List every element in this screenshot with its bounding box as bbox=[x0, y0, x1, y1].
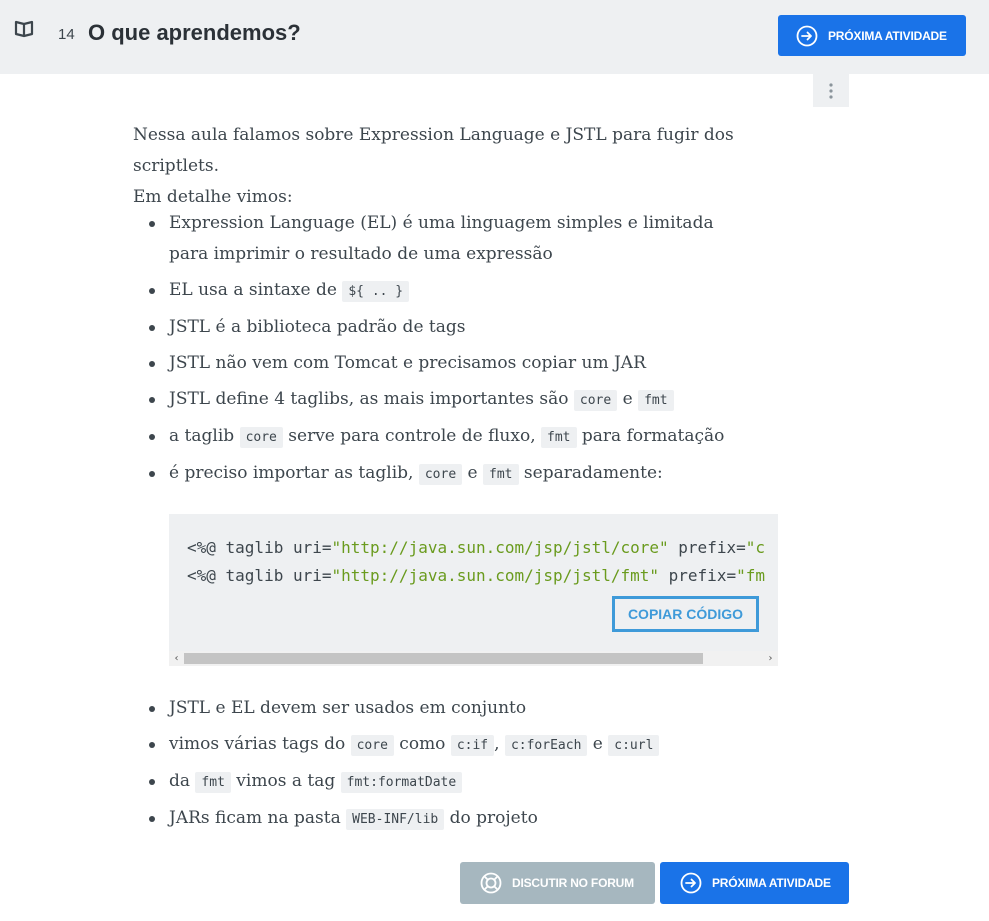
inline-code: core bbox=[239, 427, 283, 448]
top-bar: 14 O que aprendemos? PRÓXIMA ATIVIDADE bbox=[0, 0, 989, 74]
inline-code: c:url bbox=[608, 735, 660, 756]
next-activity-label: PRÓXIMA ATIVIDADE bbox=[828, 28, 947, 43]
list-item-text: a taglib bbox=[169, 426, 240, 446]
intro-line-2: Em detalhe vimos: bbox=[133, 187, 293, 207]
list-item-text: JSTL é a biblioteca padrão de tags bbox=[169, 317, 466, 337]
book-icon[interactable] bbox=[14, 19, 34, 39]
inline-code: fmt bbox=[541, 427, 577, 448]
list-item: vimos várias tags do core como c:if, c:f… bbox=[133, 729, 660, 761]
list-item-text: JSTL define 4 taglibs, as mais important… bbox=[169, 389, 574, 409]
list-item-text: para formatação bbox=[576, 426, 725, 446]
list-item-text: da bbox=[169, 771, 196, 791]
next-activity-label: PRÓXIMA ATIVIDADE bbox=[712, 876, 831, 890]
intro-line-1: Nessa aula falamos sobre Expression Lang… bbox=[133, 125, 734, 176]
code-lines: <%@ taglib uri="http://java.sun.com/jsp/… bbox=[187, 534, 765, 590]
list-item-text: JSTL e EL devem ser usados em conjunto bbox=[169, 698, 527, 718]
page-title: O que aprendemos? bbox=[88, 20, 301, 45]
inline-code: core bbox=[350, 735, 394, 756]
code-string: "http://java.sun.com/jsp/jstl/fmt" bbox=[331, 566, 660, 585]
code-block: <%@ taglib uri="http://java.sun.com/jsp/… bbox=[169, 514, 778, 666]
scrollbar-thumb[interactable] bbox=[184, 653, 703, 664]
list-item-text: EL usa a sintaxe de bbox=[169, 280, 343, 300]
inline-code: fmt bbox=[483, 464, 519, 485]
code-string: "fm bbox=[736, 566, 765, 585]
list-item: é preciso importar as taglib, core e fmt… bbox=[133, 458, 729, 490]
code-token: <%@ taglib uri= bbox=[187, 538, 332, 557]
list-item-text: do projeto bbox=[444, 808, 538, 828]
kebab-menu-icon bbox=[829, 82, 833, 99]
list-item: JSTL define 4 taglibs, as mais important… bbox=[133, 384, 729, 416]
summary-list-1: Expression Language (EL) é uma linguagem… bbox=[133, 208, 729, 490]
list-item: JARs ficam na pasta WEB-INF/lib do proje… bbox=[133, 803, 659, 835]
intro-paragraph: Nessa aula falamos sobre Expression Lang… bbox=[133, 120, 793, 213]
list-item: JSTL e EL devem ser usados em conjunto bbox=[133, 693, 659, 724]
list-item-text: , bbox=[494, 734, 505, 754]
inline-code: c:if bbox=[450, 735, 495, 756]
list-item-text: e bbox=[617, 389, 639, 409]
list-item-text: é preciso importar as taglib, bbox=[169, 463, 419, 483]
inline-code: core bbox=[573, 390, 618, 411]
inline-code: fmt:formatDate bbox=[340, 772, 463, 793]
list-item-text: vimos a tag bbox=[230, 771, 341, 791]
list-item-text: separadamente: bbox=[518, 463, 663, 483]
more-options-button[interactable] bbox=[813, 74, 849, 107]
inline-code: fmt bbox=[195, 772, 231, 793]
list-item-text: JSTL não vem com Tomcat e precisamos cop… bbox=[169, 353, 646, 373]
next-activity-button-top[interactable]: PRÓXIMA ATIVIDADE bbox=[778, 15, 966, 56]
circle-arrow-right-icon bbox=[680, 872, 702, 894]
lifebuoy-icon bbox=[480, 872, 502, 894]
inline-code: c:forEach bbox=[504, 735, 588, 756]
list-item-text: JARs ficam na pasta bbox=[169, 808, 347, 828]
code-token: prefix= bbox=[668, 538, 746, 557]
scroll-right-icon[interactable]: › bbox=[763, 651, 778, 666]
discuss-forum-label: DISCUTIR NO FORUM bbox=[512, 876, 634, 890]
list-item: a taglib core serve para controle de flu… bbox=[133, 421, 729, 453]
summary-list-2: JSTL e EL devem ser usados em conjunto v… bbox=[133, 693, 660, 835]
list-item: JSTL não vem com Tomcat e precisamos cop… bbox=[133, 348, 729, 379]
next-activity-button-bottom[interactable]: PRÓXIMA ATIVIDADE bbox=[660, 862, 849, 904]
circle-arrow-right-icon bbox=[796, 25, 818, 46]
list-item: JSTL é a biblioteca padrão de tags bbox=[133, 312, 729, 343]
code-string: "c bbox=[745, 538, 765, 557]
lesson-number: 14 bbox=[58, 26, 75, 43]
scroll-left-icon[interactable]: ‹ bbox=[169, 651, 184, 666]
inline-code: WEB-INF/lib bbox=[346, 809, 445, 830]
list-item-text: Expression Language (EL) é uma linguagem… bbox=[169, 213, 714, 264]
horizontal-scrollbar[interactable]: ‹ › bbox=[169, 651, 778, 666]
inline-code: core bbox=[418, 464, 463, 485]
list-item: EL usa a sintaxe de ${ .. } bbox=[133, 275, 729, 307]
list-item-text: serve para controle de fluxo, bbox=[282, 426, 542, 446]
code-token: prefix= bbox=[659, 566, 737, 585]
list-item-text: como bbox=[393, 734, 451, 754]
list-item: Expression Language (EL) é uma linguagem… bbox=[133, 208, 729, 270]
list-item-text: e bbox=[587, 734, 609, 754]
list-item: da fmt vimos a tag fmt:formatDate bbox=[133, 766, 659, 798]
discuss-forum-button[interactable]: DISCUTIR NO FORUM bbox=[460, 862, 655, 904]
list-item-text: vimos várias tags do bbox=[169, 734, 351, 754]
code-string: "http://java.sun.com/jsp/jstl/core" bbox=[331, 538, 669, 557]
inline-code: ${ .. } bbox=[342, 281, 410, 302]
lesson-content: Nessa aula falamos sobre Expression Lang… bbox=[133, 120, 793, 830]
inline-code: fmt bbox=[638, 390, 674, 411]
copy-code-button[interactable]: COPIAR CÓDIGO bbox=[612, 596, 759, 632]
code-token: <%@ taglib uri= bbox=[187, 566, 332, 585]
list-item-text: e bbox=[462, 463, 484, 483]
